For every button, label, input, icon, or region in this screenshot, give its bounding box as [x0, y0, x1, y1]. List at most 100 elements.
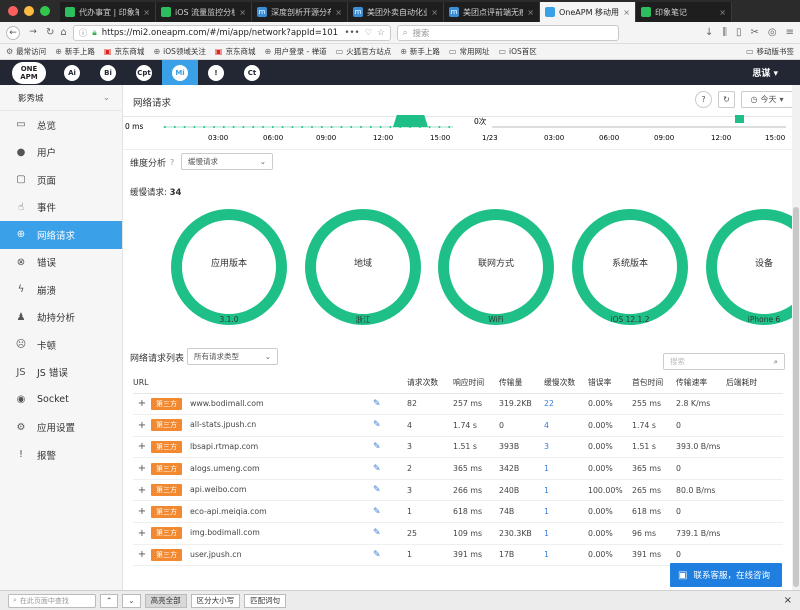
- close-tab-icon[interactable]: ×: [239, 8, 246, 17]
- extension-icon[interactable]: ◎: [768, 27, 777, 38]
- table-row[interactable]: + 第三方 alogs.umeng.com ✎ 2 365 ms 342B 1 0.00% 365…: [133, 457, 783, 480]
- sidebar-item-9[interactable]: ☹ 卡顿: [0, 331, 122, 359]
- date-range-select[interactable]: ◷ 今天 ▾: [741, 91, 793, 108]
- browser-tab[interactable]: OneAPM 移动用户体×: [540, 2, 636, 22]
- dimension-donut[interactable]: 联网方式 WiFi: [438, 209, 554, 325]
- close-tab-icon[interactable]: ×: [335, 8, 342, 17]
- menu-icon[interactable]: ≡: [786, 27, 794, 38]
- bookmark-item[interactable]: ⚙ 最常访问: [6, 46, 46, 57]
- find-option-button[interactable]: 区分大小写: [190, 593, 241, 608]
- screenshot-icon[interactable]: ✂: [750, 27, 758, 38]
- home-icon[interactable]: ⌂: [60, 27, 66, 38]
- edit-icon[interactable]: ✎: [373, 550, 381, 560]
- product-5-icon[interactable]: !: [198, 60, 234, 85]
- customer-service-button[interactable]: ▣ 联系客服，在线咨询: [670, 563, 782, 587]
- close-tab-icon[interactable]: ×: [431, 8, 438, 17]
- library-icon[interactable]: ⫼: [722, 27, 727, 38]
- find-prev-button[interactable]: ⌃: [100, 593, 119, 608]
- expand-icon[interactable]: +: [133, 393, 151, 416]
- pocket-icon[interactable]: ♡: [365, 28, 373, 38]
- expand-icon[interactable]: +: [133, 436, 151, 459]
- back-icon[interactable]: ←: [6, 25, 20, 40]
- sidebar-item-2[interactable]: ● 用户: [0, 139, 122, 167]
- mobile-bookmarks[interactable]: ▭ 移动版书签: [746, 46, 794, 57]
- table-row[interactable]: + 第三方 www.bodimall.com ✎ 82 257 ms 319.2KB 22 0.…: [133, 393, 783, 416]
- sidebar-item-12[interactable]: ⚙ 应用设置: [0, 414, 122, 442]
- dimension-donut[interactable]: 系统版本 iOS 12.1.2: [572, 209, 688, 325]
- forward-icon[interactable]: →: [26, 26, 40, 40]
- close-tab-icon[interactable]: ×: [623, 8, 630, 17]
- browser-tab[interactable]: m美团外卖自动化业务×: [348, 2, 444, 22]
- search-bar[interactable]: ⌕ 搜索: [396, 24, 619, 41]
- edit-icon[interactable]: ✎: [373, 485, 381, 495]
- sidebar-item-13[interactable]: ! 报警: [0, 441, 122, 469]
- close-tab-icon[interactable]: ×: [719, 8, 726, 17]
- browser-tab[interactable]: iOS 流量监控分析 | 周小×: [156, 2, 252, 22]
- product-1-icon[interactable]: Ai: [54, 60, 90, 85]
- edit-icon[interactable]: ✎: [373, 507, 381, 517]
- expand-icon[interactable]: +: [133, 479, 151, 502]
- sidebar-item-7[interactable]: ϟ 崩溃: [0, 276, 122, 304]
- product-2-icon[interactable]: Bi: [90, 60, 126, 85]
- dimension-donut[interactable]: 应用版本 3.1.0: [171, 209, 287, 325]
- app-selector[interactable]: 影秀城 ⌄: [0, 85, 122, 111]
- expand-icon[interactable]: +: [133, 544, 151, 567]
- edit-icon[interactable]: ✎: [373, 420, 381, 430]
- info-icon[interactable]: ⓘ: [79, 27, 88, 39]
- bookmark-item[interactable]: ⊕ 新手上路: [55, 46, 95, 57]
- oneapm-logo[interactable]: ONE APM: [12, 61, 46, 84]
- dimension-donut[interactable]: 地域 浙江: [305, 209, 421, 325]
- bookmark-item[interactable]: ⊕ iOS领域关注: [153, 46, 205, 57]
- table-row[interactable]: + 第三方 lbsapi.rtmap.com ✎ 3 1.51 s 393B 3 0.00% 1.…: [133, 436, 783, 459]
- sidebar-item-5[interactable]: ⊕ 网络请求: [0, 221, 122, 249]
- expand-icon[interactable]: +: [133, 500, 151, 524]
- sidebar-item-8[interactable]: ♟ 劫持分析: [0, 304, 122, 332]
- find-next-button[interactable]: ⌄: [122, 593, 141, 608]
- close-tab-icon[interactable]: ×: [143, 8, 150, 17]
- table-row[interactable]: + 第三方 api.weibo.com ✎ 3 266 ms 240B 1 100.00% 265…: [133, 479, 783, 502]
- bookmark-item[interactable]: ▭ 火狐官方站点: [336, 46, 392, 57]
- browser-tab[interactable]: 代办事宜 | 印象笔记×: [60, 2, 156, 22]
- scrollbar-thumb[interactable]: [793, 207, 799, 587]
- user-menu[interactable]: 思谋 ▾: [752, 66, 778, 79]
- browser-tab[interactable]: 印象笔记 ×: [636, 2, 732, 22]
- reload-icon[interactable]: ↻: [46, 27, 54, 38]
- expand-icon[interactable]: +: [133, 457, 151, 480]
- sidebar-item-6[interactable]: ⊗ 错误: [0, 249, 122, 277]
- request-type-select[interactable]: 所有请求类型 ⌄: [187, 348, 278, 365]
- sidebar-icon[interactable]: ▯: [736, 27, 742, 38]
- table-search-input[interactable]: 搜索 ⌕: [663, 353, 785, 370]
- product-3-icon[interactable]: Cpt: [126, 60, 162, 85]
- bookmark-item[interactable]: ▣ 京东商城: [215, 46, 256, 57]
- bookmark-item[interactable]: ▣ 京东商城: [104, 46, 145, 57]
- sidebar-item-3[interactable]: ▢ 页面: [0, 166, 122, 194]
- product-6-icon[interactable]: Ct: [234, 60, 270, 85]
- edit-icon[interactable]: ✎: [373, 528, 381, 538]
- browser-tab[interactable]: m美团点评前端无痕埋×: [444, 2, 540, 22]
- bookmark-item[interactable]: ⊕ 新手上路: [400, 46, 440, 57]
- browser-tab[interactable]: m深度剖析开源分布式×: [252, 2, 348, 22]
- sidebar-item-4[interactable]: ☝ 事件: [0, 194, 122, 222]
- url-bar[interactable]: ⓘ 🔒︎ https://mi2.oneapm.com/#/mi/app/net…: [72, 24, 391, 41]
- find-option-button[interactable]: 匹配词句: [244, 593, 287, 608]
- close-window-button[interactable]: [8, 6, 18, 16]
- download-icon[interactable]: ↓: [705, 27, 713, 38]
- close-icon[interactable]: ×: [784, 595, 792, 606]
- bookmark-star-icon[interactable]: ☆: [377, 28, 385, 38]
- bookmark-item[interactable]: ▭ 常用网址: [449, 46, 490, 57]
- more-icon[interactable]: •••: [344, 28, 359, 38]
- zoom-window-button[interactable]: [40, 6, 50, 16]
- table-row[interactable]: + 第三方 all-stats.jpush.cn ✎ 4 1.74 s 0 4 0.00% 1.7…: [133, 414, 783, 437]
- expand-icon[interactable]: +: [133, 522, 151, 545]
- minimize-window-button[interactable]: [24, 6, 34, 16]
- edit-icon[interactable]: ✎: [373, 442, 381, 452]
- question-icon[interactable]: ?: [170, 158, 174, 167]
- edit-icon[interactable]: ✎: [373, 399, 381, 409]
- close-tab-icon[interactable]: ×: [527, 8, 534, 17]
- table-row[interactable]: + 第三方 eco-api.meiqia.com ✎ 1 618 ms 74B 1 0.00% 6…: [133, 500, 783, 524]
- edit-icon[interactable]: ✎: [373, 464, 381, 474]
- sidebar-item-11[interactable]: ◉ Socket: [0, 386, 122, 414]
- refresh-icon[interactable]: ↻: [718, 91, 735, 108]
- expand-icon[interactable]: +: [133, 414, 151, 437]
- sidebar-item-1[interactable]: ▭ 总览: [0, 111, 122, 139]
